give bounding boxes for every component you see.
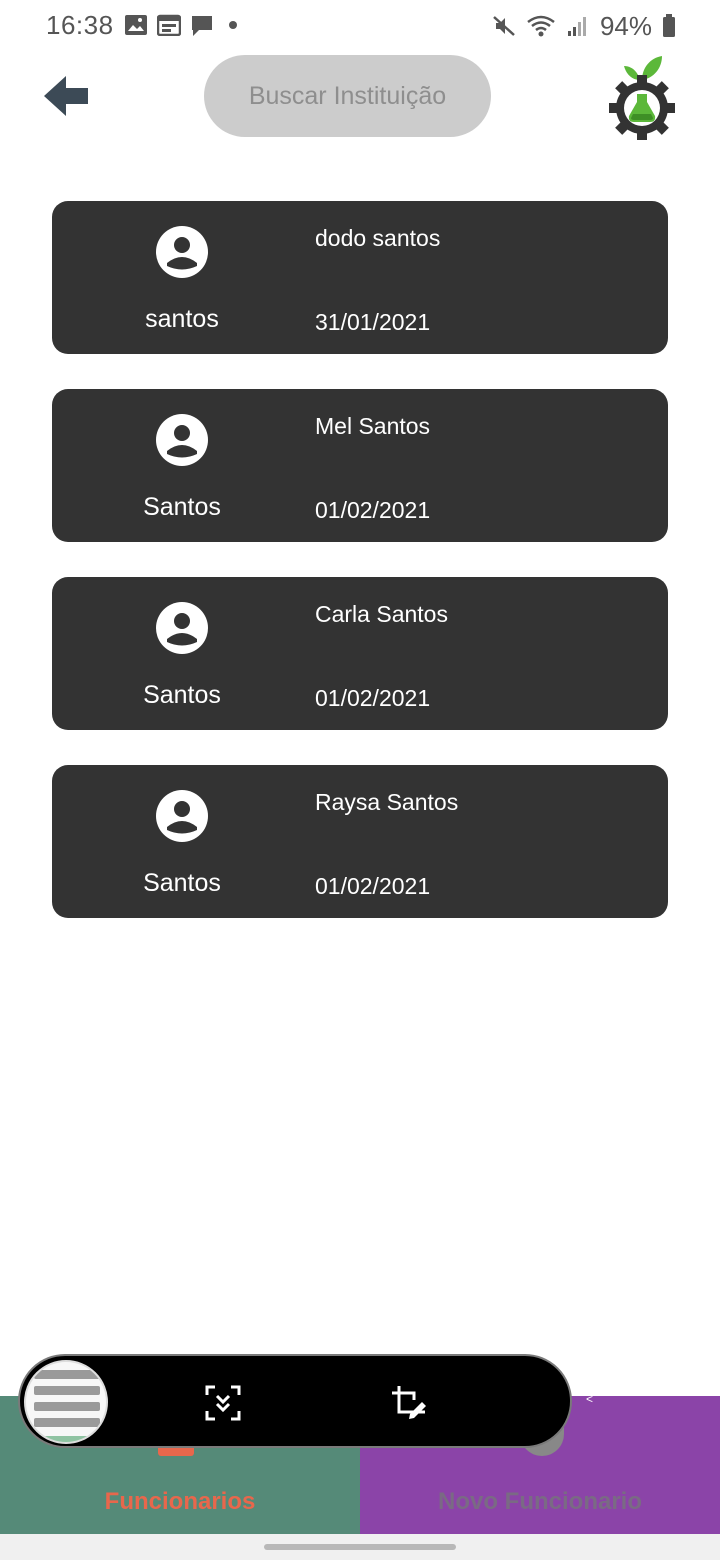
search-input[interactable]: [204, 55, 491, 137]
battery-icon: [663, 14, 675, 37]
crop-edit-icon[interactable]: [390, 1384, 428, 1422]
employee-card[interactable]: santos dodo santos 31/01/2021: [52, 201, 668, 354]
tab-novo-funcionario-label: Novo Funcionario: [438, 1488, 642, 1515]
employee-card[interactable]: Santos Mel Santos 01/02/2021: [52, 389, 668, 542]
flask-gear-logo: [609, 56, 675, 140]
image-icon: [125, 15, 147, 35]
card-surname: Santos: [143, 681, 221, 709]
screenshot-thumbnail[interactable]: [24, 1360, 108, 1444]
scroll-capture-icon[interactable]: [204, 1384, 242, 1422]
card-surname: Santos: [143, 869, 221, 897]
tab-funcionarios-label: Funcionarios: [104, 1488, 256, 1515]
search-bar[interactable]: [204, 55, 491, 137]
user-circle-icon: [156, 790, 208, 842]
message-icon: [192, 16, 212, 36]
card-date: 01/02/2021: [315, 873, 431, 899]
mute-icon: [493, 16, 515, 36]
card-name: Mel Santos: [315, 413, 431, 439]
card-surname: Santos: [143, 493, 221, 521]
status-bar: 16:38 94%: [0, 0, 720, 52]
card-name: Carla Santos: [315, 601, 448, 627]
employee-card[interactable]: Santos Raysa Santos 01/02/2021: [52, 765, 668, 918]
card-name: dodo santos: [315, 225, 441, 251]
user-circle-icon: [156, 414, 208, 466]
card-date: 01/02/2021: [315, 497, 431, 523]
calendar-icon: [157, 14, 181, 36]
user-circle-icon: [156, 602, 208, 654]
employee-list: santos dodo santos 31/01/2021 Santos Mel…: [52, 201, 668, 953]
card-surname: santos: [145, 305, 219, 333]
system-nav-area: [0, 1534, 720, 1560]
status-right-group: 94%: [492, 10, 676, 42]
wifi-icon: [527, 15, 555, 37]
employee-card[interactable]: Santos Carla Santos 01/02/2021: [52, 577, 668, 730]
screenshot-toolbar: [18, 1354, 572, 1448]
signal-icon: [567, 17, 586, 36]
share-icon[interactable]: <: [586, 1392, 593, 1406]
home-indicator[interactable]: [264, 1544, 456, 1550]
arrow-left-icon: [44, 76, 88, 116]
user-circle-icon: [156, 226, 208, 278]
card-date: 01/02/2021: [315, 685, 431, 711]
battery-percent: 94%: [599, 10, 652, 41]
card-name: Raysa Santos: [315, 789, 459, 815]
status-time: 16:38: [46, 10, 114, 40]
back-button[interactable]: [44, 74, 90, 118]
dot-icon: [229, 21, 237, 29]
card-date: 31/01/2021: [315, 309, 431, 335]
